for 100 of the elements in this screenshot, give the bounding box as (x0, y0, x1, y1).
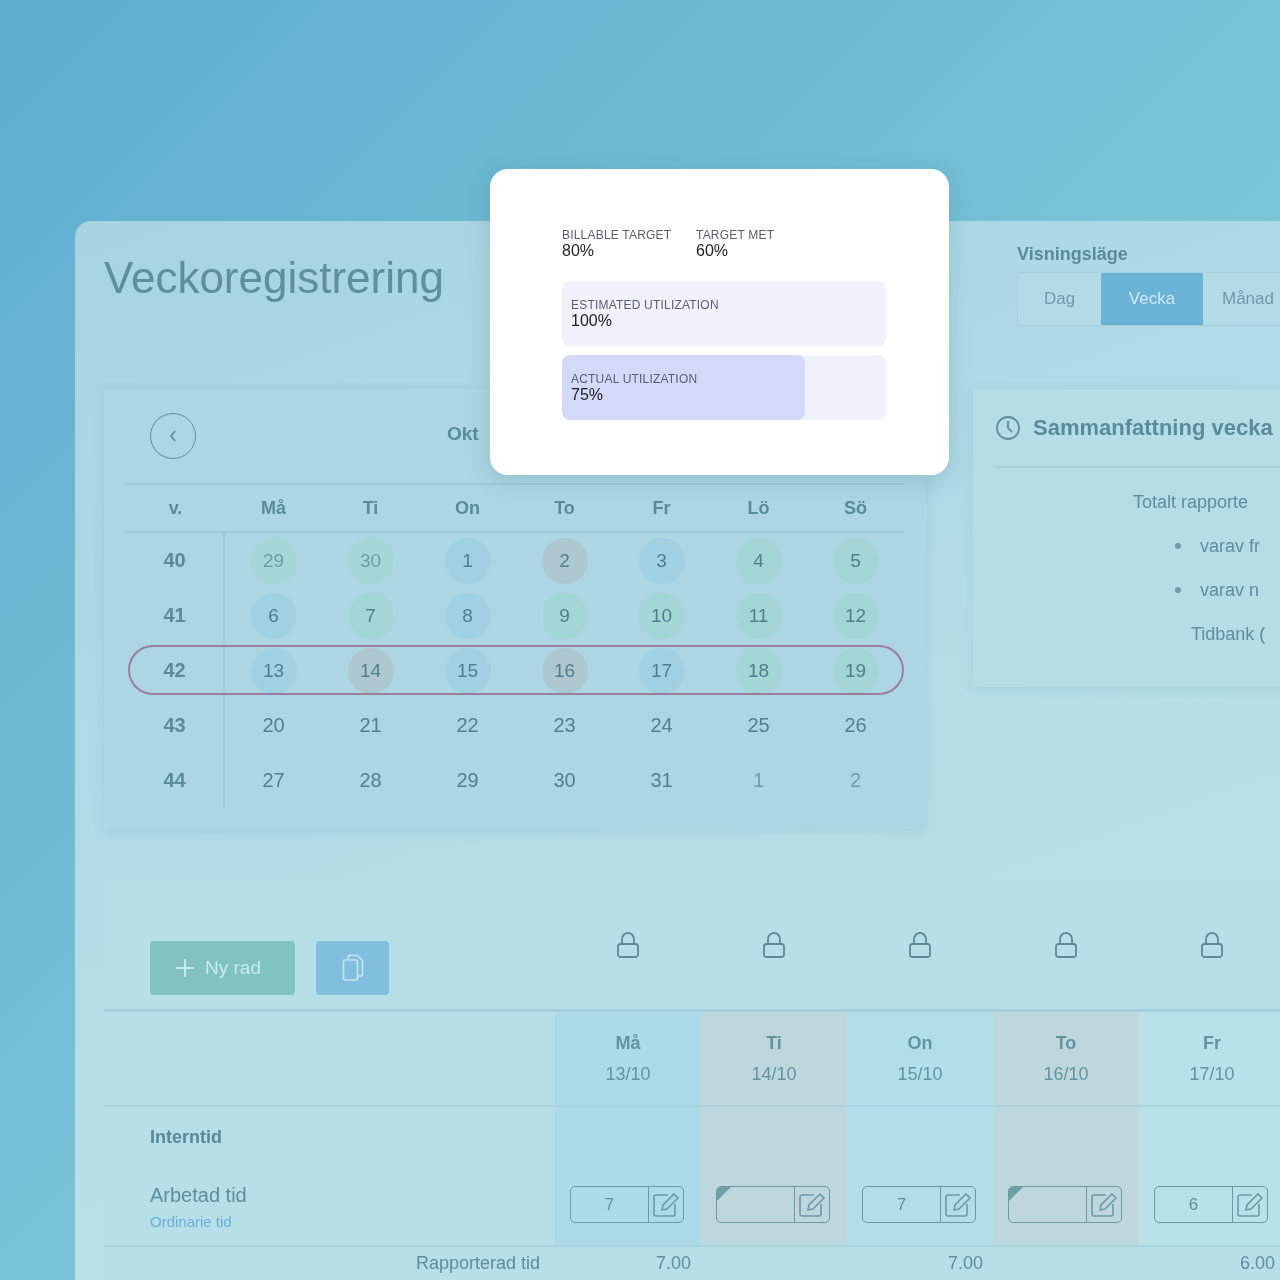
edit-icon[interactable] (1236, 1191, 1264, 1218)
calendar-day[interactable]: 1 (752, 769, 765, 792)
week-number[interactable]: 41 (163, 604, 186, 627)
row-group-label: Interntid (150, 1127, 223, 1149)
calendar-day[interactable]: 6 (250, 592, 297, 639)
row-label: Arbetad tid (150, 1183, 248, 1207)
view-mode-tab[interactable]: Dag (1018, 273, 1101, 325)
weekday-label: To (1055, 1032, 1077, 1054)
hours-input[interactable] (716, 1186, 830, 1223)
lock-icon[interactable] (616, 931, 640, 958)
new-row-button[interactable]: Ny rad (150, 941, 295, 995)
weekday-header: Sö (807, 483, 904, 533)
total-value: 7.00 (655, 1253, 691, 1273)
metric-label: ACTUAL UTILIZATION (571, 372, 699, 386)
metric-label: TARGET MET (696, 228, 776, 242)
date-label: 14/10 (751, 1063, 797, 1085)
view-mode-label: Visningsläge (1017, 244, 1129, 266)
calendar-day[interactable]: 16 (541, 647, 588, 694)
lock-icon[interactable] (762, 931, 786, 958)
copy-icon (340, 954, 365, 982)
lock-icon[interactable] (1200, 931, 1224, 958)
page-title: Veckoregistrering (104, 252, 444, 303)
edit-icon[interactable] (944, 1191, 972, 1218)
plus-icon (175, 958, 195, 978)
calendar-day[interactable]: 5 (832, 537, 879, 584)
metric-value: 75% (571, 386, 605, 403)
total-value: 7.00 (947, 1253, 983, 1273)
weekday-header: Ti (322, 483, 419, 533)
total-value: 6.00 (1239, 1253, 1275, 1273)
week-number[interactable]: 43 (163, 714, 186, 737)
calendar-day[interactable]: 1 (444, 537, 491, 584)
calendar-day[interactable]: 12 (832, 592, 879, 639)
week-column-header: v. (126, 483, 225, 533)
calendar-day[interactable]: 28 (359, 769, 382, 792)
date-label: 17/10 (1189, 1063, 1235, 1085)
clock-icon (995, 414, 1021, 441)
week-number[interactable]: 42 (163, 659, 186, 682)
summary-label: Totalt rapporte (1133, 491, 1249, 513)
copy-button[interactable] (316, 941, 389, 995)
calendar-day[interactable]: 14 (347, 647, 394, 694)
edit-icon[interactable] (798, 1191, 826, 1218)
calendar-day[interactable]: 7 (347, 592, 394, 639)
calendar-day[interactable]: 26 (844, 714, 867, 737)
summary-label: varav fr (1200, 535, 1260, 557)
weekday-label: Fr (1203, 1032, 1221, 1054)
lock-icon[interactable] (908, 931, 932, 958)
calendar-day[interactable]: 29 (250, 537, 297, 584)
weekday-header: Fr (613, 483, 710, 533)
lock-icon[interactable] (1054, 931, 1078, 958)
calendar-day[interactable]: 15 (444, 647, 491, 694)
calendar-day[interactable]: 23 (553, 714, 576, 737)
calendar-day[interactable]: 27 (262, 769, 285, 792)
hours-input[interactable]: 6 (1154, 1186, 1268, 1223)
edit-icon[interactable] (652, 1191, 680, 1218)
calendar-day[interactable]: 3 (638, 537, 685, 584)
calendar-day[interactable]: 31 (650, 769, 673, 792)
calendar-day[interactable]: 2 (849, 769, 862, 792)
bullet-icon (1175, 543, 1181, 549)
hours-input[interactable]: 7 (862, 1186, 976, 1223)
calendar-day[interactable]: 19 (832, 647, 879, 694)
calendar-day[interactable]: 30 (347, 537, 394, 584)
hours-input[interactable] (1008, 1186, 1122, 1223)
bullet-icon (1175, 587, 1181, 593)
calendar-day[interactable]: 9 (541, 592, 588, 639)
calendar-day[interactable]: 25 (747, 714, 770, 737)
calendar-day[interactable]: 13 (250, 647, 297, 694)
calendar-day[interactable]: 17 (638, 647, 685, 694)
view-mode-tab[interactable]: Månad (1203, 273, 1280, 325)
weekday-header: To (516, 483, 613, 533)
metric-label: ESTIMATED UTILIZATION (571, 298, 720, 312)
weekday-label: Ti (766, 1032, 782, 1054)
calendar-day[interactable]: 24 (650, 714, 673, 737)
metric-label: BILLABLE TARGET (562, 228, 673, 242)
calendar-day[interactable]: 22 (456, 714, 479, 737)
calendar-day[interactable]: 20 (262, 714, 285, 737)
calendar-day[interactable]: 8 (444, 592, 491, 639)
view-mode-tab[interactable]: Vecka (1101, 273, 1203, 325)
month-title: Okt (447, 423, 479, 445)
total-label: Rapporterad tid (415, 1253, 540, 1273)
metric-value: 80% (562, 242, 596, 259)
calendar-day[interactable]: 29 (456, 769, 479, 792)
date-label: 16/10 (1043, 1063, 1089, 1085)
calendar-day[interactable]: 11 (735, 592, 782, 639)
chevron-left-icon (168, 429, 178, 443)
calendar-day[interactable]: 21 (359, 714, 382, 737)
weekday-label: Må (615, 1032, 641, 1054)
hours-input[interactable]: 7 (570, 1186, 684, 1223)
edit-icon[interactable] (1090, 1191, 1118, 1218)
metric-value: 100% (571, 312, 613, 329)
calendar-day[interactable]: 18 (735, 647, 782, 694)
week-number[interactable]: 44 (163, 769, 186, 792)
summary-title: Sammanfattning vecka (1033, 414, 1273, 441)
week-number[interactable]: 40 (163, 549, 186, 572)
calendar-day[interactable]: 4 (735, 537, 782, 584)
activity-link[interactable]: Ordinarie tid (150, 1213, 555, 1230)
weekday-header: Lö (710, 483, 807, 533)
summary-label: Tidbank ( (1191, 623, 1266, 645)
calendar-day[interactable]: 10 (638, 592, 685, 639)
calendar-day[interactable]: 2 (541, 537, 588, 584)
calendar-day[interactable]: 30 (553, 769, 576, 792)
